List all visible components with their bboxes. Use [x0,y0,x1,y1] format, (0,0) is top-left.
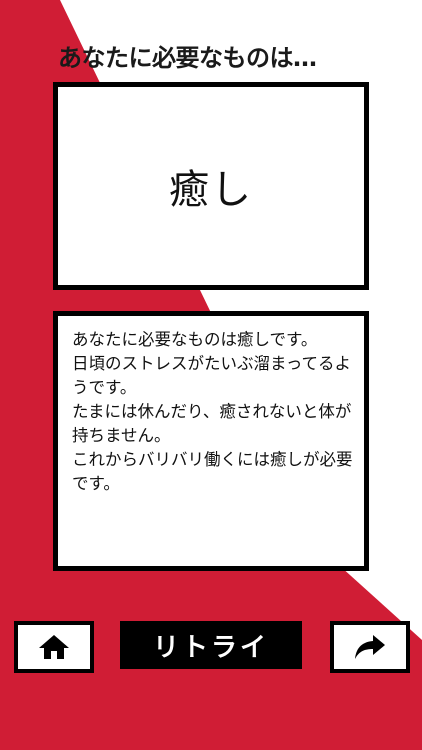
home-icon [39,635,69,659]
page-title: あなたに必要なものは… [58,44,317,72]
home-button[interactable] [14,621,94,673]
description-card: あなたに必要なものは癒しです。 日頃のストレスがたいぶ溜まってるようです。 たま… [53,311,369,571]
retry-button[interactable]: リトライ [120,621,302,669]
result-card: 癒し [53,82,369,290]
share-arrow-icon [355,635,385,659]
description-text: あなたに必要なものは癒しです。 日頃のストレスがたいぶ溜まってるようです。 たま… [72,330,353,493]
share-button[interactable] [330,621,410,673]
result-word: 癒し [169,167,253,213]
